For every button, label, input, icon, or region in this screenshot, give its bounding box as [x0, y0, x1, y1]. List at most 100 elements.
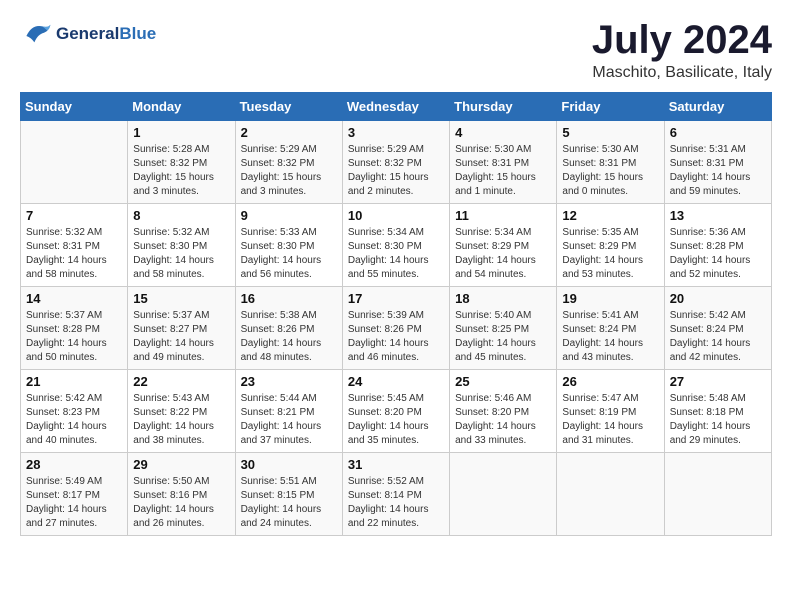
day-info: Sunrise: 5:28 AM Sunset: 8:32 PM Dayligh… — [133, 143, 229, 199]
day-info: Sunrise: 5:37 AM Sunset: 8:27 PM Dayligh… — [133, 309, 229, 365]
day-info: Sunrise: 5:50 AM Sunset: 8:16 PM Dayligh… — [133, 475, 229, 531]
header-wednesday: Wednesday — [342, 93, 449, 121]
header-tuesday: Tuesday — [235, 93, 342, 121]
day-info: Sunrise: 5:40 AM Sunset: 8:25 PM Dayligh… — [455, 309, 551, 365]
calendar-cell — [21, 121, 128, 204]
logo-icon — [20, 20, 52, 48]
calendar-week-3: 14 Sunrise: 5:37 AM Sunset: 8:28 PM Dayli… — [21, 287, 772, 370]
day-number: 30 — [241, 457, 337, 472]
calendar-cell: 23 Sunrise: 5:44 AM Sunset: 8:21 PM Dayli… — [235, 370, 342, 453]
day-number: 9 — [241, 208, 337, 223]
day-number: 22 — [133, 374, 229, 389]
calendar-cell: 16Sunrise: 5:38 AM Sunset: 8:26 PM Dayli… — [235, 287, 342, 370]
calendar-cell: 8Sunrise: 5:32 AM Sunset: 8:30 PM Daylig… — [128, 204, 235, 287]
day-number: 24 — [348, 374, 444, 389]
day-number: 11 — [455, 208, 551, 223]
day-info: Sunrise: 5:49 AM Sunset: 8:17 PM Dayligh… — [26, 475, 122, 531]
day-info: Sunrise: 5:41 AM Sunset: 8:24 PM Dayligh… — [562, 309, 658, 365]
calendar-week-4: 21 Sunrise: 5:42 AM Sunset: 8:23 PM Dayli… — [21, 370, 772, 453]
header-thursday: Thursday — [450, 93, 557, 121]
day-number: 19 — [562, 291, 658, 306]
day-number: 25 — [455, 374, 551, 389]
calendar-cell: 28 Sunrise: 5:49 AM Sunset: 8:17 PM Dayli… — [21, 453, 128, 536]
calendar-cell — [557, 453, 664, 536]
calendar-cell: 27 Sunrise: 5:48 AM Sunset: 8:18 PM Dayli… — [664, 370, 771, 453]
day-info: Sunrise: 5:44 AM Sunset: 8:21 PM Dayligh… — [241, 392, 337, 448]
day-number: 5 — [562, 125, 658, 140]
calendar-cell: 10 Sunrise: 5:34 AM Sunset: 8:30 PM Dayli… — [342, 204, 449, 287]
day-info: Sunrise: 5:29 AM Sunset: 8:32 PM Dayligh… — [241, 143, 337, 199]
day-number: 14 — [26, 291, 122, 306]
calendar-cell: 24Sunrise: 5:45 AM Sunset: 8:20 PM Dayli… — [342, 370, 449, 453]
calendar-cell: 31 Sunrise: 5:52 AM Sunset: 8:14 PM Dayli… — [342, 453, 449, 536]
calendar-cell — [664, 453, 771, 536]
day-number: 21 — [26, 374, 122, 389]
calendar-header-row: SundayMondayTuesdayWednesdayThursdayFrid… — [21, 93, 772, 121]
day-number: 12 — [562, 208, 658, 223]
day-number: 23 — [241, 374, 337, 389]
day-info: Sunrise: 5:43 AM Sunset: 8:22 PM Dayligh… — [133, 392, 229, 448]
calendar-cell: 22 Sunrise: 5:43 AM Sunset: 8:22 PM Dayli… — [128, 370, 235, 453]
day-number: 15 — [133, 291, 229, 306]
day-number: 18 — [455, 291, 551, 306]
calendar-cell: 21 Sunrise: 5:42 AM Sunset: 8:23 PM Dayli… — [21, 370, 128, 453]
day-info: Sunrise: 5:29 AM Sunset: 8:32 PM Dayligh… — [348, 143, 444, 199]
calendar-cell: 19 Sunrise: 5:41 AM Sunset: 8:24 PM Dayli… — [557, 287, 664, 370]
day-number: 1 — [133, 125, 229, 140]
month-title: July 2024 — [592, 20, 772, 60]
day-info: Sunrise: 5:34 AM Sunset: 8:29 PM Dayligh… — [455, 226, 551, 282]
day-number: 7 — [26, 208, 122, 223]
day-info: Sunrise: 5:47 AM Sunset: 8:19 PM Dayligh… — [562, 392, 658, 448]
calendar-cell: 29Sunrise: 5:50 AM Sunset: 8:16 PM Dayli… — [128, 453, 235, 536]
calendar-cell: 12Sunrise: 5:35 AM Sunset: 8:29 PM Dayli… — [557, 204, 664, 287]
calendar-cell: 18 Sunrise: 5:40 AM Sunset: 8:25 PM Dayli… — [450, 287, 557, 370]
day-number: 31 — [348, 457, 444, 472]
calendar-week-5: 28 Sunrise: 5:49 AM Sunset: 8:17 PM Dayli… — [21, 453, 772, 536]
page-header: GeneralBlue July 2024 Maschito, Basilica… — [20, 20, 772, 82]
calendar-cell: 5 Sunrise: 5:30 AM Sunset: 8:31 PM Daylig… — [557, 121, 664, 204]
day-info: Sunrise: 5:39 AM Sunset: 8:26 PM Dayligh… — [348, 309, 444, 365]
calendar-cell — [450, 453, 557, 536]
day-info: Sunrise: 5:46 AM Sunset: 8:20 PM Dayligh… — [455, 392, 551, 448]
header-saturday: Saturday — [664, 93, 771, 121]
day-info: Sunrise: 5:51 AM Sunset: 8:15 PM Dayligh… — [241, 475, 337, 531]
day-number: 3 — [348, 125, 444, 140]
day-info: Sunrise: 5:42 AM Sunset: 8:23 PM Dayligh… — [26, 392, 122, 448]
day-number: 17 — [348, 291, 444, 306]
day-number: 16 — [241, 291, 337, 306]
calendar-cell: 25 Sunrise: 5:46 AM Sunset: 8:20 PM Dayli… — [450, 370, 557, 453]
calendar-cell: 26 Sunrise: 5:47 AM Sunset: 8:19 PM Dayli… — [557, 370, 664, 453]
calendar-cell: 15 Sunrise: 5:37 AM Sunset: 8:27 PM Dayli… — [128, 287, 235, 370]
day-number: 27 — [670, 374, 766, 389]
day-number: 20 — [670, 291, 766, 306]
calendar-cell: 1 Sunrise: 5:28 AM Sunset: 8:32 PM Daylig… — [128, 121, 235, 204]
day-info: Sunrise: 5:30 AM Sunset: 8:31 PM Dayligh… — [562, 143, 658, 199]
day-info: Sunrise: 5:31 AM Sunset: 8:31 PM Dayligh… — [670, 143, 766, 199]
day-number: 10 — [348, 208, 444, 223]
calendar-cell: 20 Sunrise: 5:42 AM Sunset: 8:24 PM Dayli… — [664, 287, 771, 370]
calendar-cell: 7 Sunrise: 5:32 AM Sunset: 8:31 PM Daylig… — [21, 204, 128, 287]
header-friday: Friday — [557, 93, 664, 121]
day-info: Sunrise: 5:48 AM Sunset: 8:18 PM Dayligh… — [670, 392, 766, 448]
day-info: Sunrise: 5:32 AM Sunset: 8:31 PM Dayligh… — [26, 226, 122, 282]
day-info: Sunrise: 5:37 AM Sunset: 8:28 PM Dayligh… — [26, 309, 122, 365]
calendar-cell: 9 Sunrise: 5:33 AM Sunset: 8:30 PM Daylig… — [235, 204, 342, 287]
day-number: 28 — [26, 457, 122, 472]
day-number: 4 — [455, 125, 551, 140]
calendar-cell: 4 Sunrise: 5:30 AM Sunset: 8:31 PM Daylig… — [450, 121, 557, 204]
day-info: Sunrise: 5:30 AM Sunset: 8:31 PM Dayligh… — [455, 143, 551, 199]
title-block: July 2024 Maschito, Basilicate, Italy — [592, 20, 772, 82]
calendar-cell: 30 Sunrise: 5:51 AM Sunset: 8:15 PM Dayli… — [235, 453, 342, 536]
day-info: Sunrise: 5:33 AM Sunset: 8:30 PM Dayligh… — [241, 226, 337, 282]
calendar-cell: 11 Sunrise: 5:34 AM Sunset: 8:29 PM Dayli… — [450, 204, 557, 287]
day-number: 8 — [133, 208, 229, 223]
calendar-cell: 2 Sunrise: 5:29 AM Sunset: 8:32 PM Daylig… — [235, 121, 342, 204]
day-number: 2 — [241, 125, 337, 140]
day-number: 26 — [562, 374, 658, 389]
day-info: Sunrise: 5:42 AM Sunset: 8:24 PM Dayligh… — [670, 309, 766, 365]
day-info: Sunrise: 5:52 AM Sunset: 8:14 PM Dayligh… — [348, 475, 444, 531]
day-info: Sunrise: 5:34 AM Sunset: 8:30 PM Dayligh… — [348, 226, 444, 282]
day-info: Sunrise: 5:36 AM Sunset: 8:28 PM Dayligh… — [670, 226, 766, 282]
header-monday: Monday — [128, 93, 235, 121]
calendar-cell: 14 Sunrise: 5:37 AM Sunset: 8:28 PM Dayli… — [21, 287, 128, 370]
